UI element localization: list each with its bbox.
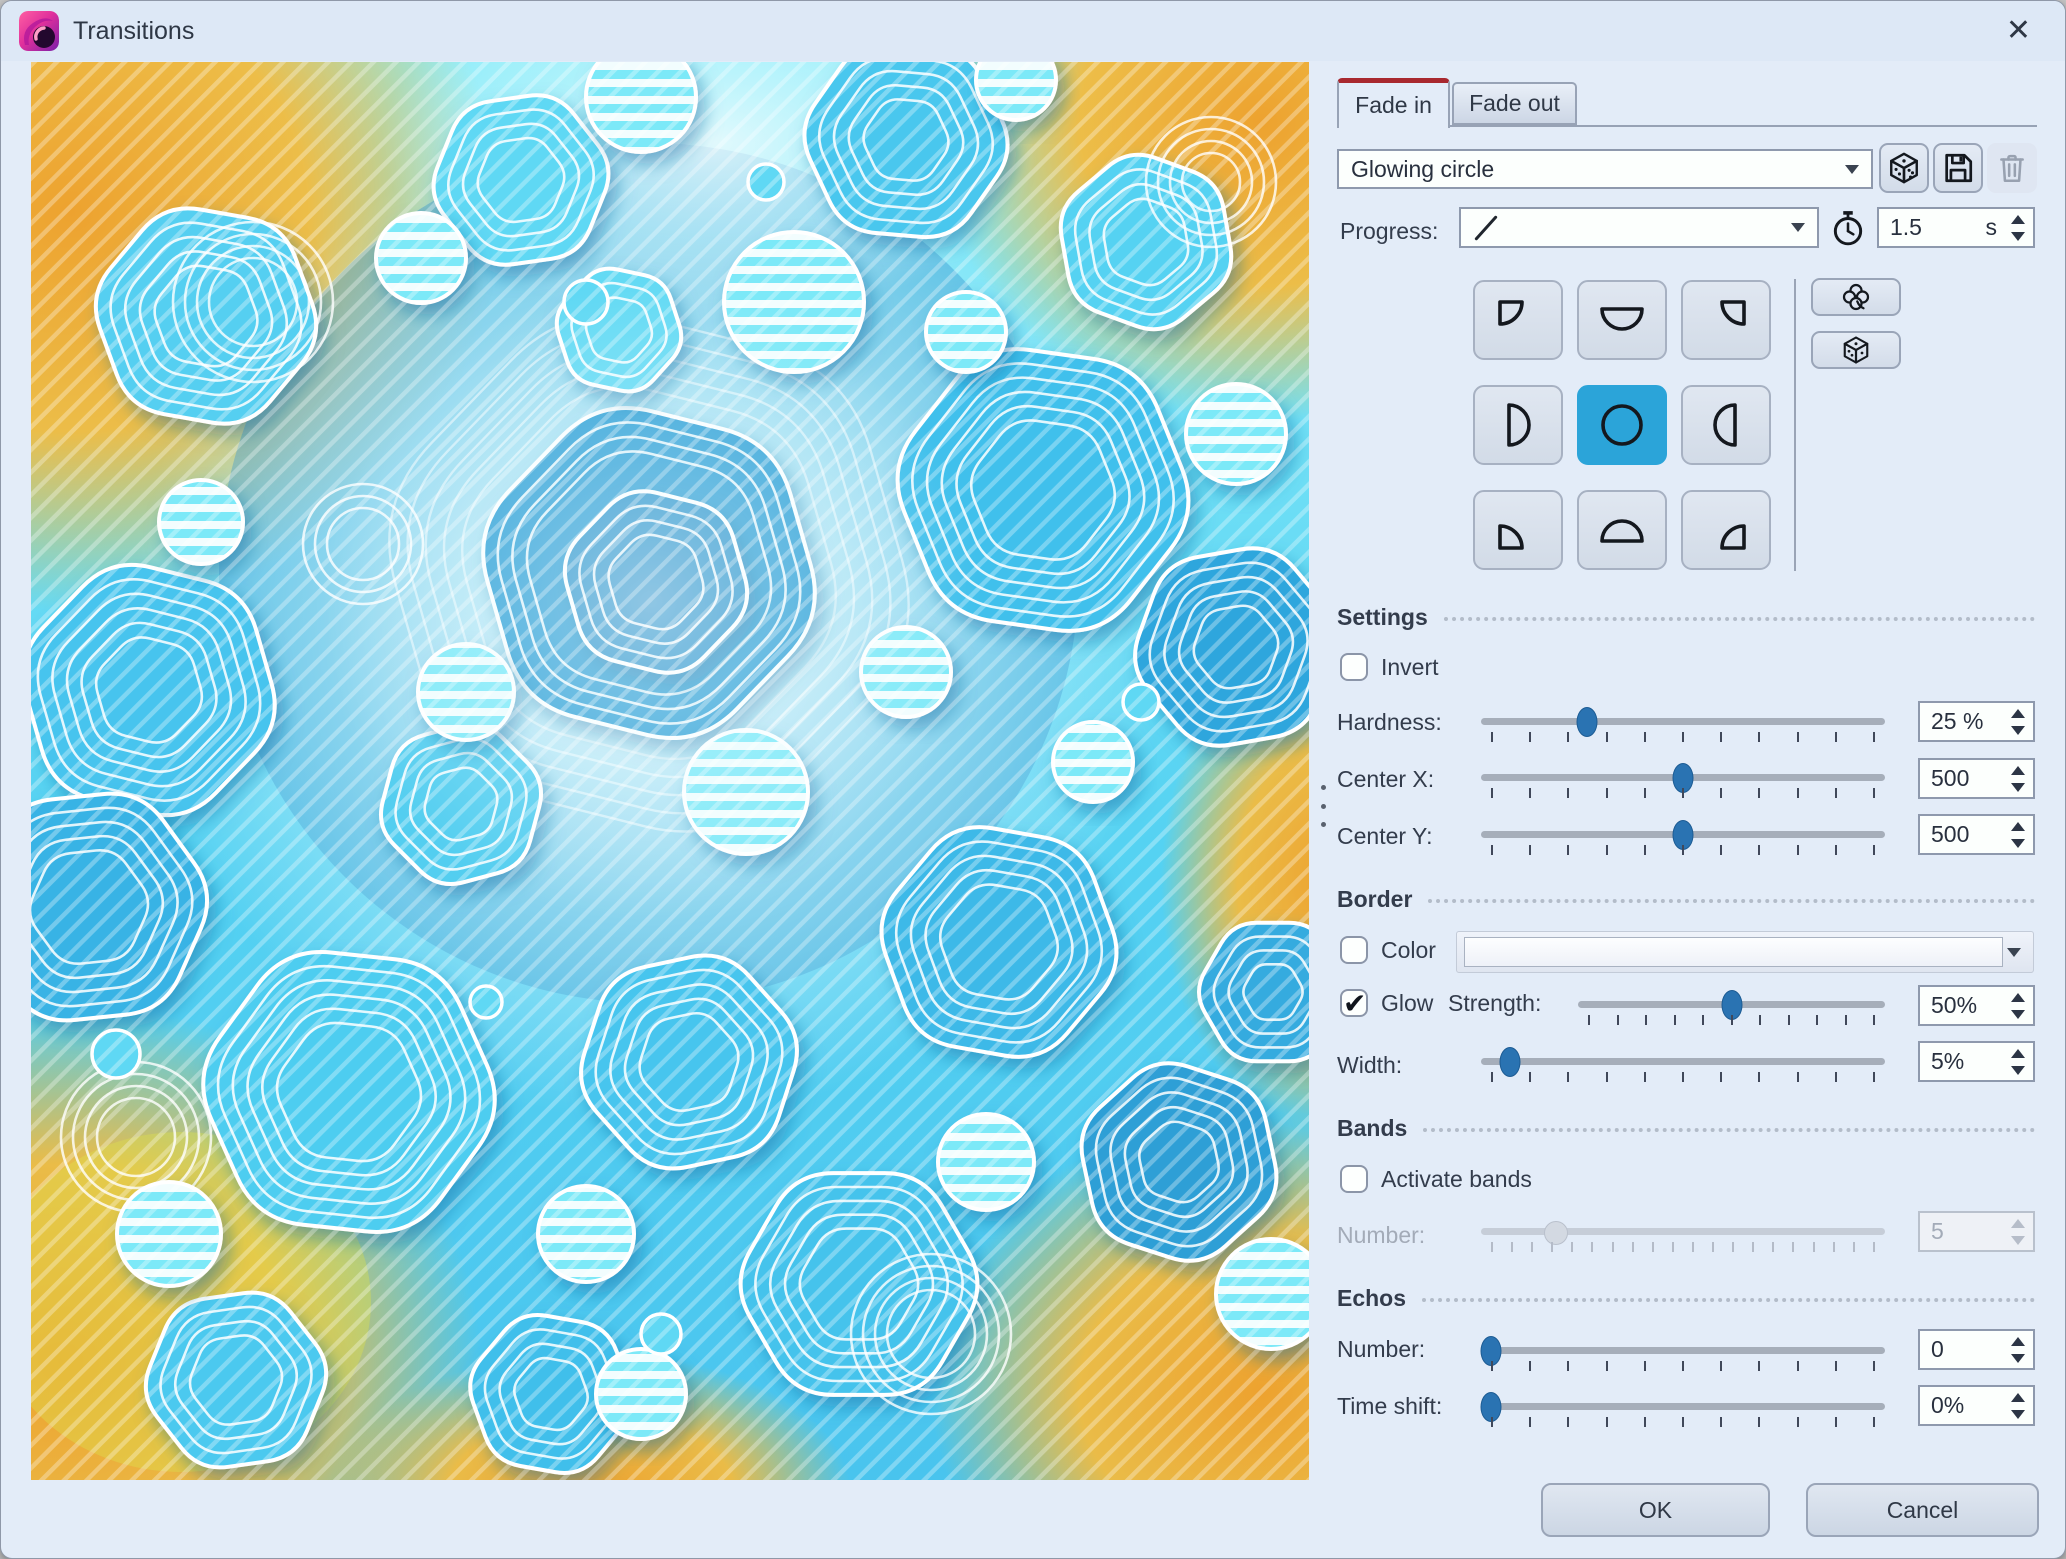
echos-number-slider[interactable] (1480, 1334, 1885, 1376)
activate-bands-checkbox[interactable] (1340, 1165, 1368, 1193)
settings-panel: Fade in Fade out Glowing circle Progress… (1337, 1, 2039, 1558)
duration-spinner[interactable]: 1.5 s (1877, 207, 2035, 248)
preset-dropdown[interactable]: Glowing circle (1337, 149, 1873, 189)
time-shift-label: Time shift: (1337, 1393, 1443, 1419)
linear-curve-icon (1474, 215, 1498, 240)
progress-curve-dropdown[interactable] (1459, 207, 1819, 248)
center-y-slider[interactable] (1481, 818, 1885, 860)
dice-icon (1843, 336, 1869, 364)
invert-checkbox[interactable] (1340, 653, 1368, 681)
shape-half-bottom-button[interactable] (1577, 490, 1667, 570)
shape-half-top-button[interactable] (1577, 280, 1667, 360)
spin-arrows[interactable] (2011, 214, 2025, 241)
tab-label: Fade in (1355, 92, 1432, 118)
border-color-checkbox[interactable] (1340, 936, 1368, 964)
color-swatch (1464, 937, 2003, 967)
activate-bands-label: Activate bands (1381, 1166, 1532, 1192)
ok-button[interactable]: OK (1541, 1483, 1770, 1537)
grid-divider (1794, 279, 1796, 571)
spin-up-icon (2011, 214, 2025, 224)
duration-value: 1.5 (1890, 214, 1922, 240)
window-title: Transitions (73, 16, 195, 45)
hardness-label: Hardness: (1337, 709, 1442, 735)
bands-number-slider (1481, 1215, 1885, 1257)
splitter-handle[interactable] (1318, 785, 1328, 827)
spin-arrows[interactable] (2011, 765, 2025, 792)
chevron-down-icon (1791, 223, 1805, 232)
spin-arrows[interactable] (2011, 708, 2025, 735)
app-icon (19, 11, 59, 51)
trash-icon (2000, 154, 2024, 183)
shape-circle-button[interactable] (1577, 385, 1667, 465)
dotted-divider (1443, 617, 2035, 621)
shape-half-right-button[interactable] (1681, 385, 1771, 465)
chevron-down-icon (2007, 947, 2021, 957)
shape-quarter-top-right-button[interactable] (1681, 280, 1771, 360)
center-y-label: Center Y: (1337, 823, 1433, 849)
glow-label: Glow (1381, 990, 1434, 1016)
lucky-clover-button[interactable] (1811, 278, 1901, 316)
section-echos: Echos (1337, 1285, 2035, 1312)
border-color-dropdown[interactable] (1456, 931, 2034, 973)
glow-strength-spinbox[interactable]: 50% (1918, 985, 2035, 1026)
spin-down-icon (2011, 231, 2025, 241)
section-border: Border (1337, 886, 2035, 913)
center-x-spinbox[interactable]: 500 (1918, 758, 2035, 799)
tab-fade-in[interactable]: Fade in (1337, 78, 1450, 128)
echos-number-label: Number: (1337, 1336, 1426, 1362)
slider-ticks (1491, 732, 1875, 742)
section-settings: Settings (1337, 604, 2035, 631)
time-shift-spinbox[interactable]: 0% (1918, 1385, 2035, 1426)
clover-icon (1842, 283, 1870, 311)
invert-label: Invert (1381, 654, 1439, 680)
center-x-label: Center X: (1337, 766, 1435, 792)
dice-icon (1890, 152, 1918, 184)
cancel-button[interactable]: Cancel (1806, 1483, 2039, 1537)
shape-quarter-bottom-left-button[interactable] (1473, 490, 1563, 570)
shape-half-left-button[interactable] (1473, 385, 1563, 465)
section-bands: Bands (1337, 1115, 2035, 1142)
center-x-slider[interactable] (1481, 761, 1885, 803)
time-shift-slider[interactable] (1480, 1390, 1885, 1432)
center-y-spinbox[interactable]: 500 (1918, 814, 2035, 855)
spin-arrows[interactable] (2011, 821, 2025, 848)
transition-preview-image (31, 62, 1309, 1480)
chevron-down-icon (1845, 164, 1859, 174)
section-title: Settings (1337, 604, 1428, 630)
bands-number-spinbox: 5 (1918, 1211, 2035, 1252)
spin-arrows[interactable] (2011, 992, 2025, 1019)
random-shape-button[interactable] (1811, 331, 1901, 369)
spin-arrows (2011, 1218, 2025, 1245)
shape-quarter-top-left-button[interactable] (1473, 280, 1563, 360)
preview-art (31, 62, 1309, 1480)
border-width-label: Width: (1337, 1052, 1403, 1078)
bands-number-label: Number: (1337, 1222, 1426, 1248)
spin-arrows[interactable] (2011, 1336, 2025, 1363)
progress-label: Progress: (1340, 218, 1439, 244)
border-color-label: Color (1381, 937, 1436, 963)
tab-fade-out[interactable]: Fade out (1452, 82, 1577, 125)
save-preset-button[interactable] (1933, 143, 1983, 193)
strength-label: Strength: (1448, 990, 1542, 1016)
hardness-slider[interactable] (1481, 705, 1885, 747)
tab-label: Fade out (1469, 90, 1560, 116)
border-width-spinbox[interactable]: 5% (1918, 1041, 2035, 1082)
glow-checkbox[interactable] (1340, 987, 1368, 1020)
transitions-dialog: Transitions ✕ Fade in Fade out Glowing c… (0, 0, 2066, 1559)
duration-unit: s (1985, 214, 1998, 240)
preset-value: Glowing circle (1351, 155, 1495, 182)
border-width-slider[interactable] (1481, 1045, 1885, 1087)
stopwatch-icon (1829, 209, 1867, 252)
delete-preset-button (1987, 143, 2037, 193)
slider-track[interactable] (1481, 718, 1885, 725)
shape-quarter-bottom-right-button[interactable] (1681, 490, 1771, 570)
glow-strength-slider[interactable] (1578, 988, 1885, 1030)
echos-number-spinbox[interactable]: 0 (1918, 1329, 2035, 1370)
save-icon (1945, 153, 1973, 183)
random-preset-button[interactable] (1879, 143, 1929, 193)
hardness-spinbox[interactable]: 25 % (1918, 701, 2035, 742)
spin-arrows[interactable] (2011, 1392, 2025, 1419)
spin-arrows[interactable] (2011, 1048, 2025, 1075)
